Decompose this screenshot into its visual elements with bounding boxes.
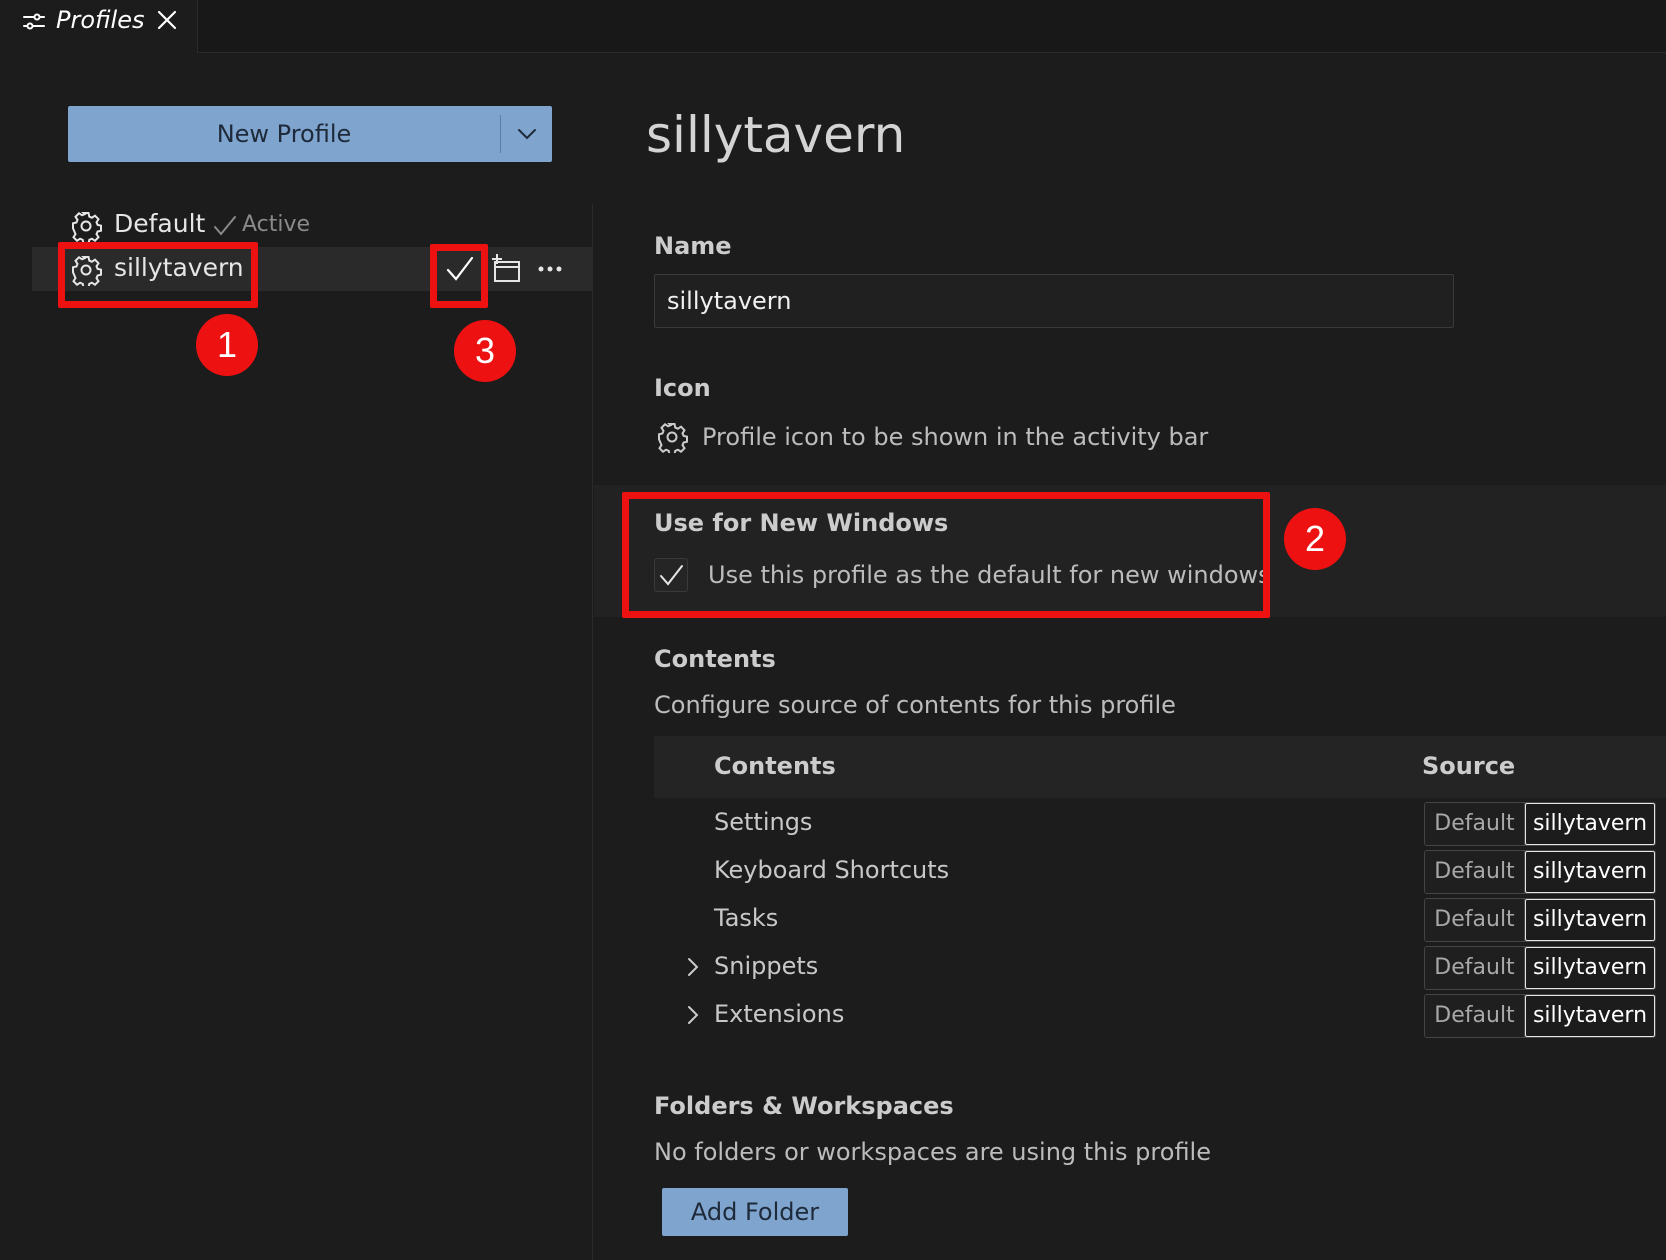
tab-bar: Profiles — [0, 0, 1666, 53]
source-option-profile[interactable]: sillytavern — [1525, 803, 1655, 845]
annotation-highlight-new-windows — [622, 492, 1270, 618]
tab-profiles[interactable]: Profiles — [0, 0, 198, 53]
source-option-profile[interactable]: sillytavern — [1525, 947, 1655, 989]
profile-title: sillytavern — [646, 106, 906, 164]
annotation-marker-3: 3 — [454, 320, 516, 382]
profile-name: Default — [114, 209, 206, 238]
button-separator — [500, 115, 501, 153]
source-option-default[interactable]: Default — [1425, 851, 1525, 893]
row-label: Keyboard Shortcuts — [714, 856, 950, 884]
folders-label: Folders & Workspaces — [654, 1092, 954, 1120]
folders-description: No folders or workspaces are using this … — [654, 1138, 1211, 1166]
row-label: Snippets — [714, 952, 819, 980]
annotation-marker-2: 2 — [1284, 508, 1346, 570]
source-selector: Default sillytavern — [1424, 802, 1656, 846]
column-header-contents: Contents — [714, 752, 836, 780]
source-option-default[interactable]: Default — [1425, 995, 1525, 1037]
close-icon[interactable] — [155, 8, 179, 32]
annotation-highlight-check — [430, 244, 488, 308]
source-option-profile[interactable]: sillytavern — [1525, 851, 1655, 893]
source-option-default[interactable]: Default — [1425, 899, 1525, 941]
profile-item-default[interactable]: Default Active — [32, 203, 592, 247]
icon-description: Profile icon to be shown in the activity… — [702, 423, 1209, 451]
icon-label: Icon — [654, 374, 711, 402]
annotation-highlight-profile — [58, 242, 258, 308]
gear-icon[interactable] — [656, 421, 688, 453]
chevron-down-icon[interactable] — [511, 118, 543, 150]
profile-name-input[interactable] — [654, 274, 1454, 328]
table-row-keyboard-shortcuts: Keyboard Shortcuts Default sillytavern — [654, 848, 1666, 896]
settings-sliders-icon — [23, 13, 45, 30]
active-badge: Active — [242, 212, 311, 237]
source-option-default[interactable]: Default — [1425, 803, 1525, 845]
panel-divider — [592, 204, 593, 1260]
row-label: Extensions — [714, 1000, 845, 1028]
contents-description: Configure source of contents for this pr… — [654, 691, 1176, 719]
table-row-extensions[interactable]: Extensions Default sillytavern — [654, 992, 1666, 1040]
row-label: Settings — [714, 808, 813, 836]
more-actions-icon[interactable] — [534, 253, 566, 285]
table-row-settings: Settings Default sillytavern — [654, 800, 1666, 848]
row-label: Tasks — [714, 904, 779, 932]
contents-table-header: Contents Source — [654, 736, 1666, 798]
chevron-right-icon[interactable] — [682, 956, 704, 978]
source-selector: Default sillytavern — [1424, 946, 1656, 990]
gear-icon — [72, 212, 102, 242]
check-icon — [214, 216, 236, 236]
source-option-default[interactable]: Default — [1425, 947, 1525, 989]
source-selector: Default sillytavern — [1424, 994, 1656, 1038]
new-window-icon[interactable] — [490, 253, 522, 285]
table-row-tasks: Tasks Default sillytavern — [654, 896, 1666, 944]
source-option-profile[interactable]: sillytavern — [1525, 899, 1655, 941]
source-option-profile[interactable]: sillytavern — [1525, 995, 1655, 1037]
new-profile-label: New Profile — [216, 120, 352, 148]
new-profile-button[interactable]: New Profile — [68, 106, 552, 162]
chevron-right-icon[interactable] — [682, 1004, 704, 1026]
tab-title: Profiles — [56, 6, 145, 34]
source-selector: Default sillytavern — [1424, 898, 1656, 942]
name-label: Name — [654, 232, 732, 260]
annotation-marker-1: 1 — [196, 314, 258, 376]
source-selector: Default sillytavern — [1424, 850, 1656, 894]
table-row-snippets[interactable]: Snippets Default sillytavern — [654, 944, 1666, 992]
add-folder-button[interactable]: Add Folder — [662, 1188, 848, 1236]
column-header-source: Source — [1422, 752, 1516, 780]
contents-label: Contents — [654, 645, 776, 673]
